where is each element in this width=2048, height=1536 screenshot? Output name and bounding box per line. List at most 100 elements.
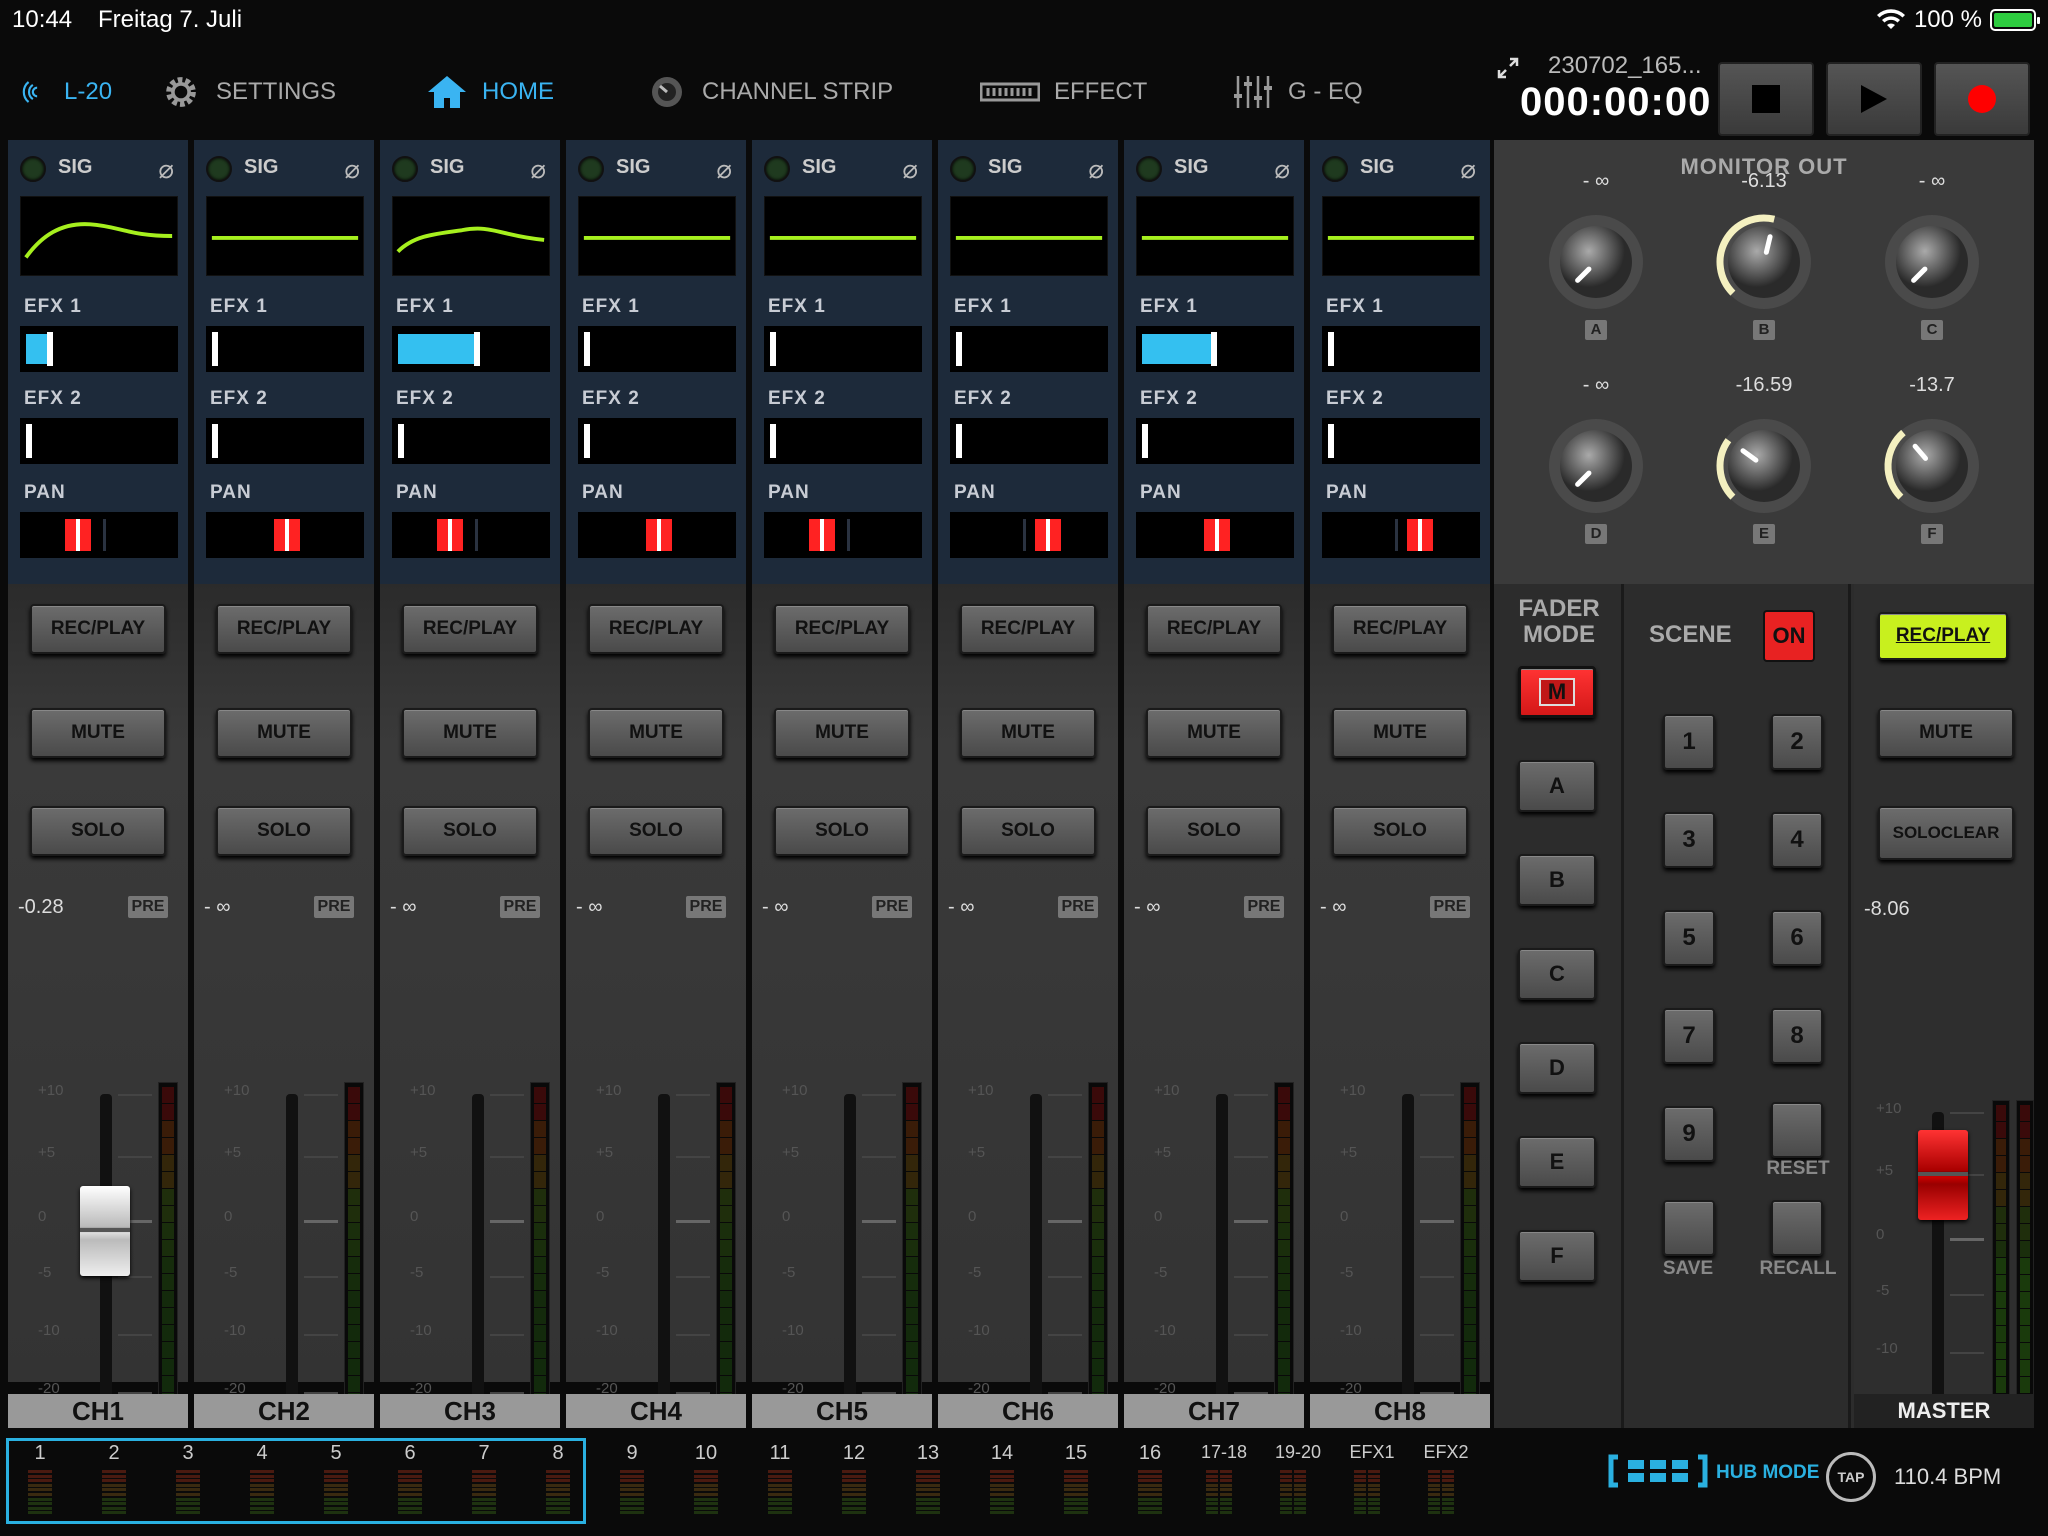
pan-control[interactable] (206, 512, 364, 558)
scene-on-button[interactable]: ON (1763, 610, 1815, 662)
channel-name[interactable]: CH7 (1124, 1394, 1304, 1428)
solo-button[interactable]: SOLO (216, 806, 352, 856)
bottom-channel-label[interactable]: 5 (306, 1442, 366, 1465)
bottom-channel-label[interactable]: 8 (528, 1442, 588, 1465)
mute-button[interactable]: MUTE (402, 708, 538, 758)
eq-curve-display[interactable] (1136, 196, 1294, 276)
bottom-channel-label[interactable]: EFX1 (1342, 1442, 1402, 1463)
efx1-send[interactable] (764, 326, 922, 372)
efx1-send[interactable] (950, 326, 1108, 372)
efx2-send-handle[interactable] (584, 424, 590, 458)
solo-button[interactable]: SOLO (1332, 806, 1468, 856)
pan-handle[interactable] (437, 519, 463, 551)
phase-invert-icon[interactable]: ⌀ (530, 154, 546, 185)
pan-handle[interactable] (274, 519, 300, 551)
rec-play-button[interactable]: REC/PLAY (402, 604, 538, 654)
nav-geq[interactable]: G - EQ (1232, 74, 1363, 110)
bottom-channel-label[interactable]: 15 (1046, 1442, 1106, 1465)
efx2-send[interactable] (206, 418, 364, 464)
fader-mode-a-button[interactable]: A (1518, 760, 1596, 812)
solo-button[interactable]: SOLO (774, 806, 910, 856)
pan-control[interactable] (578, 512, 736, 558)
phase-invert-icon[interactable]: ⌀ (158, 154, 174, 185)
solo-button[interactable]: SOLO (1146, 806, 1282, 856)
efx1-send[interactable] (392, 326, 550, 372)
efx1-send-handle[interactable] (474, 332, 480, 366)
rec-play-button[interactable]: REC/PLAY (1146, 604, 1282, 654)
rec-play-button[interactable]: REC/PLAY (960, 604, 1096, 654)
fader-mode-b-button[interactable]: B (1518, 854, 1596, 906)
efx2-send-handle[interactable] (770, 424, 776, 458)
master-rec-play-button[interactable]: REC/PLAY (1878, 612, 2008, 660)
fader-mode-f-button[interactable]: F (1518, 1230, 1596, 1282)
phase-invert-icon[interactable]: ⌀ (1460, 154, 1476, 185)
pre-badge[interactable]: PRE (128, 896, 168, 918)
efx1-send-handle[interactable] (1328, 332, 1334, 366)
scene-reset-button[interactable] (1771, 1102, 1823, 1158)
efx2-send[interactable] (392, 418, 550, 464)
scene-3-button[interactable]: 3 (1663, 812, 1715, 868)
nav-channel-strip[interactable]: CHANNEL STRIP (646, 74, 893, 110)
eq-curve-display[interactable] (206, 196, 364, 276)
fader-mode-d-button[interactable]: D (1518, 1042, 1596, 1094)
scene-8-button[interactable]: 8 (1771, 1008, 1823, 1064)
scene-9-button[interactable]: 9 (1663, 1106, 1715, 1162)
bottom-channel-label[interactable]: 19-20 (1268, 1442, 1328, 1463)
efx2-send-handle[interactable] (1142, 424, 1148, 458)
rec-play-button[interactable]: REC/PLAY (30, 604, 166, 654)
bottom-channel-label[interactable]: 14 (972, 1442, 1032, 1465)
phase-invert-icon[interactable]: ⌀ (1274, 154, 1290, 185)
phase-invert-icon[interactable]: ⌀ (902, 154, 918, 185)
play-button[interactable] (1826, 62, 1922, 136)
master-fader-knob[interactable] (1918, 1130, 1968, 1220)
expand-icon[interactable] (1496, 56, 1520, 80)
bottom-channel-label[interactable]: 11 (750, 1442, 810, 1465)
hub-mode-label[interactable]: HUB MODE (1716, 1462, 1819, 1484)
bottom-channel-label[interactable]: 2 (84, 1442, 144, 1465)
bottom-channel-label[interactable]: 13 (898, 1442, 958, 1465)
efx2-send[interactable] (1322, 418, 1480, 464)
efx1-send[interactable] (1136, 326, 1294, 372)
rec-play-button[interactable]: REC/PLAY (216, 604, 352, 654)
bottom-channel-label[interactable]: 16 (1120, 1442, 1180, 1465)
efx1-send[interactable] (206, 326, 364, 372)
efx2-send[interactable] (1136, 418, 1294, 464)
monitor-knob-b[interactable] (1714, 212, 1814, 312)
scene-recall-button[interactable] (1771, 1200, 1823, 1256)
monitor-knob-a[interactable] (1546, 212, 1646, 312)
channel-fader-knob[interactable] (80, 1186, 130, 1276)
rec-play-button[interactable]: REC/PLAY (1332, 604, 1468, 654)
mute-button[interactable]: MUTE (1146, 708, 1282, 758)
scene-2-button[interactable]: 2 (1771, 714, 1823, 770)
tap-tempo-button[interactable]: TAP (1826, 1452, 1876, 1502)
scene-7-button[interactable]: 7 (1663, 1008, 1715, 1064)
pre-badge[interactable]: PRE (1058, 896, 1098, 918)
stop-button[interactable] (1718, 62, 1814, 136)
efx2-send-handle[interactable] (26, 424, 32, 458)
pre-badge[interactable]: PRE (500, 896, 540, 918)
scene-5-button[interactable]: 5 (1663, 910, 1715, 966)
efx1-send-handle[interactable] (956, 332, 962, 366)
monitor-knob-c[interactable] (1882, 212, 1982, 312)
channel-name[interactable]: CH3 (380, 1394, 560, 1428)
eq-curve-display[interactable] (950, 196, 1108, 276)
efx2-send[interactable] (764, 418, 922, 464)
efx2-send-handle[interactable] (212, 424, 218, 458)
record-button[interactable] (1934, 62, 2030, 136)
mute-button[interactable]: MUTE (960, 708, 1096, 758)
phase-invert-icon[interactable]: ⌀ (1088, 154, 1104, 185)
pan-control[interactable] (764, 512, 922, 558)
scene-4-button[interactable]: 4 (1771, 812, 1823, 868)
efx2-send-handle[interactable] (398, 424, 404, 458)
nav-device[interactable]: L-20 (20, 74, 112, 110)
nav-settings[interactable]: SETTINGS (160, 74, 336, 110)
channel-name[interactable]: CH8 (1310, 1394, 1490, 1428)
phase-invert-icon[interactable]: ⌀ (344, 154, 360, 185)
efx2-send[interactable] (578, 418, 736, 464)
channel-name[interactable]: CH5 (752, 1394, 932, 1428)
pan-control[interactable] (20, 512, 178, 558)
eq-curve-display[interactable] (578, 196, 736, 276)
bottom-channel-label[interactable]: 3 (158, 1442, 218, 1465)
pan-control[interactable] (950, 512, 1108, 558)
pan-control[interactable] (1322, 512, 1480, 558)
